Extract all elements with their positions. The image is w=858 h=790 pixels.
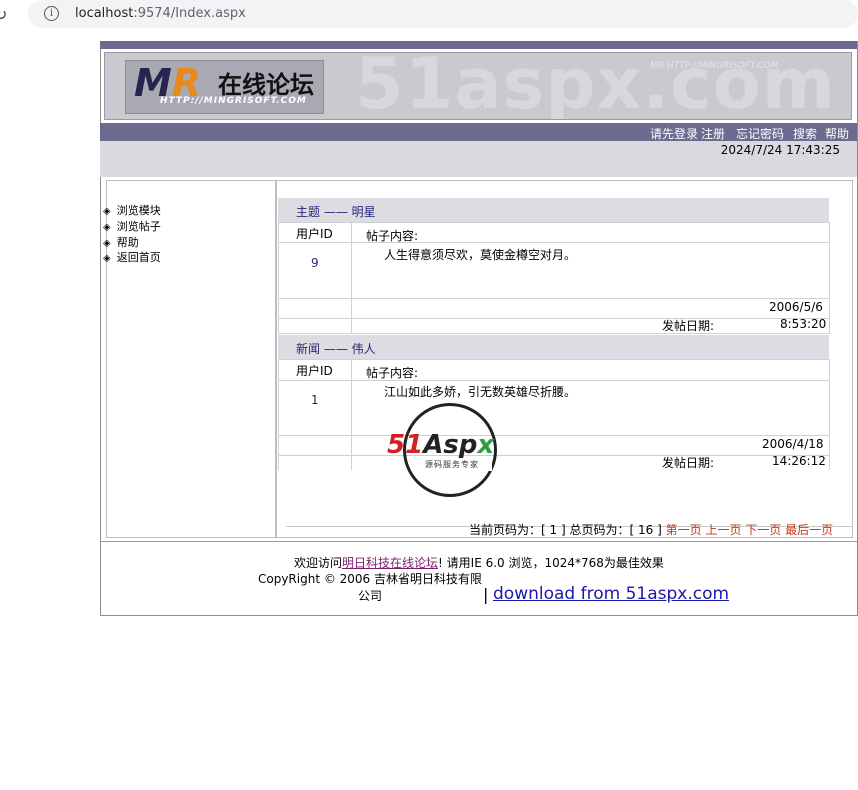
user-id-label: 用户ID bbox=[296, 364, 333, 378]
logo-title: 在线论坛 bbox=[218, 71, 314, 99]
logo-url: HTTP://MINGRISOFT.COM bbox=[160, 96, 307, 106]
info-icon[interactable]: i bbox=[44, 6, 59, 21]
browser-address-bar: ↻ i localhost:9574/Index.aspx bbox=[0, 0, 858, 30]
date-bar: 2024/7/24 17:43:25 bbox=[100, 141, 857, 177]
watermark-num: 51 bbox=[387, 430, 424, 460]
user-id-value[interactable]: 9 bbox=[311, 256, 319, 270]
watermark-tagline: 源码服务专家 bbox=[412, 458, 492, 471]
forgot-password-link[interactable]: 忘记密码 bbox=[736, 125, 784, 142]
diamond-icon: ◈ bbox=[103, 253, 111, 264]
first-page-link[interactable]: 第一页 bbox=[666, 523, 702, 537]
reload-icon[interactable]: ↻ bbox=[0, 5, 7, 24]
post-title[interactable]: 主题 —— 明星 bbox=[296, 203, 376, 220]
sidebar-item-label: 返回首页 bbox=[116, 251, 161, 264]
footer-welcome: 欢迎访问明日科技在线论坛! 请用IE 6.0 浏览，1024*768为最佳效果 bbox=[294, 554, 664, 571]
user-id-value[interactable]: 1 bbox=[311, 393, 319, 407]
footer-copyright: CopyRight © 2006 吉林省明日科技有限公司 bbox=[257, 572, 483, 603]
welcome-prefix: 欢迎访问 bbox=[294, 556, 343, 570]
content-header-cell bbox=[351, 359, 830, 381]
forum-logo: MR 在线论坛 HTTP://MINGRISOFT.COM bbox=[125, 60, 324, 114]
user-id-cell bbox=[278, 242, 352, 300]
register-link[interactable]: 注册 bbox=[701, 125, 725, 142]
time-left-cell bbox=[278, 455, 352, 470]
current-datetime: 2024/7/24 17:43:25 bbox=[720, 143, 840, 157]
welcome-suffix: ! 请用IE 6.0 浏览，1024*768为最佳效果 bbox=[438, 556, 664, 570]
post-date: 2006/4/18 bbox=[762, 437, 824, 451]
post-header: 主题 —— 明星 bbox=[278, 198, 829, 222]
sidebar-item-label: 帮助 bbox=[116, 236, 139, 249]
watermark-asp: Asp bbox=[423, 430, 478, 460]
sidebar-item-label: 浏览帖子 bbox=[116, 220, 161, 233]
post-title[interactable]: 新闻 —— 伟人 bbox=[296, 340, 376, 357]
post-date-label: 发帖日期: bbox=[662, 456, 715, 470]
post-title-text: 明星 bbox=[351, 205, 376, 219]
post-header: 新闻 —— 伟人 bbox=[278, 335, 829, 359]
user-id-cell bbox=[278, 380, 352, 437]
footer-separator: | bbox=[483, 585, 489, 604]
sidebar-item-label: 浏览模块 bbox=[116, 204, 161, 217]
diamond-icon: ◈ bbox=[103, 222, 111, 233]
post-title-text: 伟人 bbox=[351, 342, 376, 356]
time-cell bbox=[351, 318, 830, 334]
banner: 51aspx.com MR HTTP://MINGRISOFT.COM MR 在… bbox=[104, 52, 852, 120]
post-module: 新闻 bbox=[296, 342, 321, 356]
url-path: :9574/Index.aspx bbox=[133, 6, 246, 21]
post-separator: —— bbox=[323, 342, 348, 356]
total-pages: [ 16 ] bbox=[629, 523, 662, 537]
top-strip bbox=[100, 41, 857, 49]
content-label: 帖子内容: bbox=[366, 366, 419, 380]
post-content: 江山如此多娇，引无数英雄尽折腰。 bbox=[384, 385, 577, 399]
total-pages-label: 总页码为： bbox=[569, 523, 630, 537]
current-page-label: 当前页码为： bbox=[469, 523, 542, 537]
prev-page-link[interactable]: 上一页 bbox=[705, 523, 741, 537]
sidebar-item-help[interactable]: ◈ 帮助 bbox=[103, 234, 139, 250]
user-id-label: 用户ID bbox=[296, 227, 333, 241]
date-cell bbox=[351, 298, 830, 320]
time-left-cell bbox=[278, 318, 352, 334]
footer-divider bbox=[100, 541, 857, 542]
nav-bar: 请先登录 注册 忘记密码 搜索 帮助 bbox=[100, 123, 857, 141]
post-content: 人生得意须尽欢，莫使金樽空对月。 bbox=[384, 248, 577, 262]
date-left-cell bbox=[278, 298, 352, 320]
sidebar-item-browse-posts[interactable]: ◈ 浏览帖子 bbox=[103, 218, 161, 234]
content-header-cell bbox=[351, 222, 830, 244]
post-separator: —— bbox=[323, 205, 348, 219]
next-page-link[interactable]: 下一页 bbox=[745, 523, 781, 537]
watermark-51aspx-logo: 51Aspx bbox=[387, 430, 494, 460]
post-time: 8:53:20 bbox=[780, 317, 827, 331]
sidebar-item-home[interactable]: ◈ 返回首页 bbox=[103, 249, 161, 265]
pager: 当前页码为：[ 1 ] 总页码为：[ 16 ] 第一页 上一页 下一页 最后一页 bbox=[469, 521, 833, 538]
url-text[interactable]: localhost:9574/Index.aspx bbox=[75, 6, 246, 21]
banner-watermark-small: MR HTTP://MINGRISOFT.COM bbox=[650, 61, 779, 71]
forum-home-link[interactable]: 明日科技在线论坛 bbox=[342, 556, 438, 570]
last-page-link[interactable]: 最后一页 bbox=[785, 523, 833, 537]
url-host: localhost bbox=[75, 6, 134, 21]
login-link[interactable]: 请先登录 bbox=[650, 125, 698, 142]
post-date: 2006/5/6 bbox=[769, 300, 823, 314]
date-left-cell bbox=[278, 435, 352, 457]
sidebar: ◈ 浏览模块 ◈ 浏览帖子 ◈ 帮助 ◈ 返回首页 bbox=[103, 180, 276, 538]
current-page: [ 1 ] bbox=[541, 523, 566, 537]
download-link[interactable]: download from 51aspx.com bbox=[493, 584, 729, 604]
sidebar-item-browse-modules[interactable]: ◈ 浏览模块 bbox=[103, 202, 161, 218]
diamond-icon: ◈ bbox=[103, 206, 111, 217]
help-link[interactable]: 帮助 bbox=[825, 125, 849, 142]
post-date-label: 发帖日期: bbox=[662, 319, 715, 333]
search-link[interactable]: 搜索 bbox=[793, 125, 817, 142]
diamond-icon: ◈ bbox=[103, 238, 111, 249]
watermark-x: x bbox=[477, 430, 495, 460]
post-time: 14:26:12 bbox=[772, 454, 826, 468]
post-module: 主题 bbox=[296, 205, 321, 219]
